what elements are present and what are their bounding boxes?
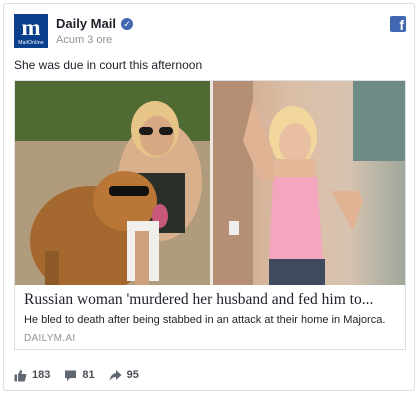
avatar-subtext: MailOnline bbox=[18, 40, 44, 46]
post-caption: She was due in court this afternoon bbox=[14, 58, 203, 72]
post-header: m MailOnline Daily Mail ✓ Acum 3 ore f bbox=[14, 14, 406, 50]
thumbs-up-icon bbox=[14, 369, 27, 381]
share-count[interactable]: 95 bbox=[109, 369, 139, 382]
comment-count-value: 81 bbox=[82, 369, 95, 381]
share-icon bbox=[109, 369, 122, 381]
link-headline[interactable]: Russian woman 'murdered her husband and … bbox=[24, 291, 398, 309]
post-timestamp[interactable]: Acum 3 ore bbox=[56, 34, 112, 46]
link-preview-image[interactable] bbox=[15, 81, 405, 285]
share-count-value: 95 bbox=[126, 369, 139, 381]
verified-check-icon: ✓ bbox=[120, 17, 133, 30]
like-count[interactable]: 183 bbox=[14, 369, 50, 382]
link-domain: DAILYM.AI bbox=[24, 333, 76, 344]
page-name[interactable]: Daily Mail bbox=[56, 16, 116, 31]
comment-count[interactable]: 81 bbox=[64, 369, 95, 382]
like-count-value: 183 bbox=[32, 369, 51, 381]
avatar-monogram: m bbox=[21, 15, 41, 40]
page-avatar[interactable]: m MailOnline bbox=[14, 14, 48, 48]
engagement-bar: 183 81 95 bbox=[14, 366, 153, 384]
facebook-icon: f bbox=[390, 16, 406, 32]
left-photo bbox=[15, 81, 210, 285]
comment-icon bbox=[65, 370, 77, 381]
page-name-row: Daily Mail ✓ bbox=[56, 16, 133, 31]
link-preview[interactable]: Russian woman 'murdered her husband and … bbox=[14, 80, 406, 350]
link-preview-text: Russian woman 'murdered her husband and … bbox=[24, 291, 398, 344]
facebook-post-card: m MailOnline Daily Mail ✓ Acum 3 ore f S… bbox=[3, 3, 415, 391]
link-description: He bled to death after being stabbed in … bbox=[24, 314, 386, 326]
right-photo bbox=[213, 81, 405, 285]
